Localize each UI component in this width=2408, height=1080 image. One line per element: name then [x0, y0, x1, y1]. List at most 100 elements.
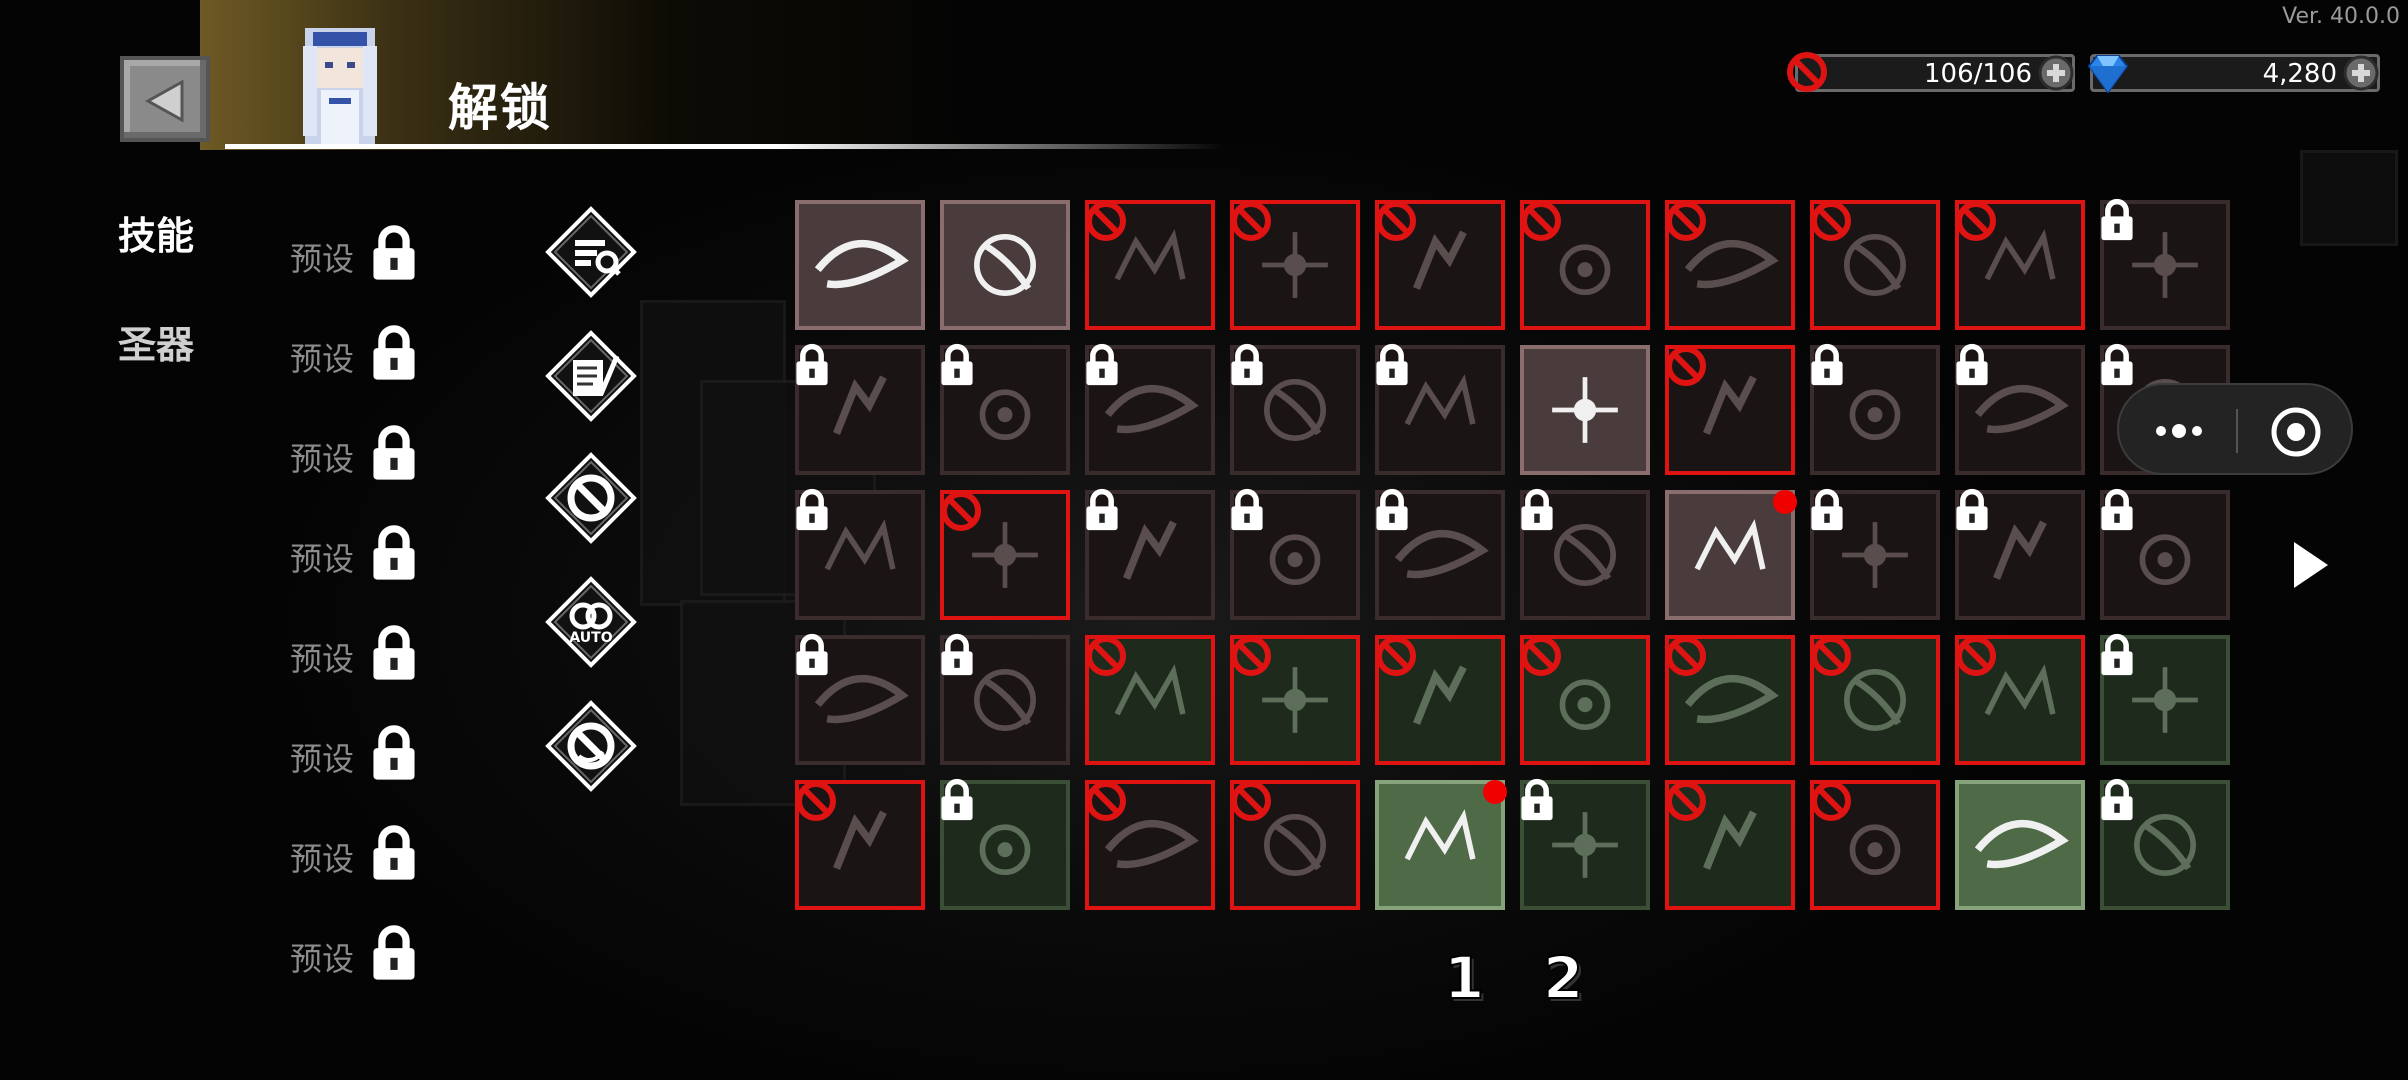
skill-slot-banned[interactable]	[1810, 200, 1940, 330]
ban-badge-icon	[1086, 201, 1126, 241]
stamina-value: 106/106	[1923, 59, 2032, 89]
skill-slot[interactable]	[1955, 780, 2085, 910]
lock-badge-icon	[1521, 778, 1553, 821]
more-options-icon[interactable]	[2147, 407, 2211, 455]
skill-slot-locked[interactable]	[2100, 488, 2230, 620]
skill-slot-banned[interactable]	[1230, 200, 1360, 330]
ban-badge-icon	[1956, 636, 1996, 676]
ban-badge-icon	[1666, 201, 1706, 241]
ban-badge-icon	[1811, 636, 1851, 676]
mini-program-capsule	[2117, 383, 2353, 475]
lock-icon	[373, 825, 415, 880]
skill-slot[interactable]	[1520, 345, 1650, 475]
preset-slot[interactable]: 预设	[290, 424, 420, 480]
lock-icon	[373, 525, 415, 580]
tab-skills[interactable]: 技能	[118, 205, 194, 260]
skill-slot-banned[interactable]	[1955, 635, 2085, 765]
skill-slot-locked[interactable]	[1085, 343, 1215, 475]
lock-badge-icon	[1086, 343, 1118, 386]
skill-slot-locked[interactable]	[1375, 343, 1505, 475]
skill-slot-banned[interactable]	[1665, 345, 1795, 475]
skill-slot-banned[interactable]	[1955, 200, 2085, 330]
filter-button[interactable]	[545, 452, 637, 544]
ban-badge-icon	[941, 491, 981, 531]
skill-slot[interactable]	[1665, 490, 1797, 620]
lock-badge-icon	[1376, 343, 1408, 386]
gems-bar: 4,280	[2090, 54, 2380, 92]
filter-button[interactable]	[545, 330, 637, 422]
skill-slot-locked[interactable]	[1955, 488, 2085, 620]
skill-slot-banned[interactable]	[1085, 200, 1215, 330]
skill-slot-banned[interactable]	[1375, 200, 1505, 330]
skill-slot-banned[interactable]	[1665, 780, 1795, 910]
skill-slot-banned[interactable]	[1520, 635, 1650, 765]
skill-slot-locked[interactable]	[1810, 343, 1940, 475]
skill-slot-locked[interactable]	[795, 488, 925, 620]
skill-slot-banned[interactable]	[1520, 200, 1650, 330]
skill-slot-locked[interactable]	[1085, 488, 1215, 620]
ban-badge-icon	[1086, 781, 1126, 821]
filter-button[interactable]	[545, 206, 637, 298]
gems-value: 4,280	[2262, 59, 2337, 89]
back-button[interactable]	[120, 56, 210, 142]
ban-badge-icon	[1666, 346, 1706, 386]
skill-slot-locked[interactable]	[2100, 633, 2230, 765]
skill-slot-banned[interactable]	[940, 490, 1070, 620]
ban-badge-icon	[1231, 636, 1271, 676]
tab-artifacts[interactable]: 圣器	[118, 314, 194, 369]
ban-badge-icon	[1811, 781, 1851, 821]
skill-slot[interactable]	[1375, 780, 1507, 910]
filter-button[interactable]	[545, 700, 637, 792]
skill-slot-banned[interactable]	[1375, 635, 1505, 765]
next-page-arrow-icon[interactable]	[2290, 540, 2332, 590]
preset-label: 预设	[290, 840, 355, 878]
lock-badge-icon	[941, 633, 973, 676]
preset-slot[interactable]: 预设	[290, 524, 420, 580]
ban-filter-icon	[545, 452, 637, 544]
skill-icon	[1974, 819, 2069, 869]
skill-slot-banned[interactable]	[1230, 635, 1360, 765]
lock-badge-icon	[796, 633, 828, 676]
lock-badge-icon	[2101, 198, 2133, 241]
skill-slot-banned[interactable]	[1665, 200, 1795, 330]
filter-button[interactable]: AUTO	[545, 576, 637, 668]
skill-slot-locked[interactable]	[1230, 343, 1360, 475]
skill-slot-banned[interactable]	[795, 780, 925, 910]
lock-badge-icon	[796, 488, 828, 531]
page-2-button[interactable]: 2	[1542, 943, 1584, 1013]
skill-slot-banned[interactable]	[1085, 635, 1215, 765]
skill-slot[interactable]	[940, 200, 1070, 330]
skill-slot-locked[interactable]	[2100, 198, 2230, 330]
preset-slot[interactable]: 预设	[290, 624, 420, 680]
skill-slot-locked[interactable]	[795, 633, 925, 765]
ban-badge-icon	[796, 781, 836, 821]
add-stamina-button[interactable]	[2036, 53, 2076, 93]
preset-slot[interactable]: 预设	[290, 724, 420, 780]
skill-slot-locked[interactable]	[1810, 488, 1940, 620]
skill-slot-locked[interactable]	[2100, 778, 2230, 910]
add-gems-button[interactable]	[2341, 53, 2381, 93]
skill-icon	[1694, 519, 1766, 571]
skill-slot-locked[interactable]	[940, 778, 1070, 910]
skill-slot-locked[interactable]	[1230, 488, 1360, 620]
skill-slot-banned[interactable]	[1810, 780, 1940, 910]
lock-badge-icon	[1231, 488, 1263, 531]
preset-slot[interactable]: 预设	[290, 924, 420, 980]
skill-slot-banned[interactable]	[1085, 780, 1215, 910]
skill-slot-locked[interactable]	[1520, 488, 1650, 620]
skill-slot[interactable]	[795, 200, 925, 330]
skill-slot-banned[interactable]	[1665, 635, 1795, 765]
skill-slot-locked[interactable]	[940, 633, 1070, 765]
page-1-button[interactable]: 1	[1443, 943, 1485, 1013]
preset-slot[interactable]: 预设	[290, 224, 420, 280]
skill-slot-banned[interactable]	[1810, 635, 1940, 765]
preset-slot[interactable]: 预设	[290, 824, 420, 880]
preset-slot[interactable]: 预设	[290, 324, 420, 380]
skill-slot-locked[interactable]	[940, 343, 1070, 475]
close-target-icon[interactable]	[2269, 405, 2323, 459]
skill-slot-locked[interactable]	[1375, 488, 1505, 620]
skill-slot-locked[interactable]	[1520, 778, 1650, 910]
skill-slot-locked[interactable]	[795, 343, 925, 475]
skill-slot-banned[interactable]	[1230, 780, 1360, 910]
skill-slot-locked[interactable]	[1955, 343, 2085, 475]
